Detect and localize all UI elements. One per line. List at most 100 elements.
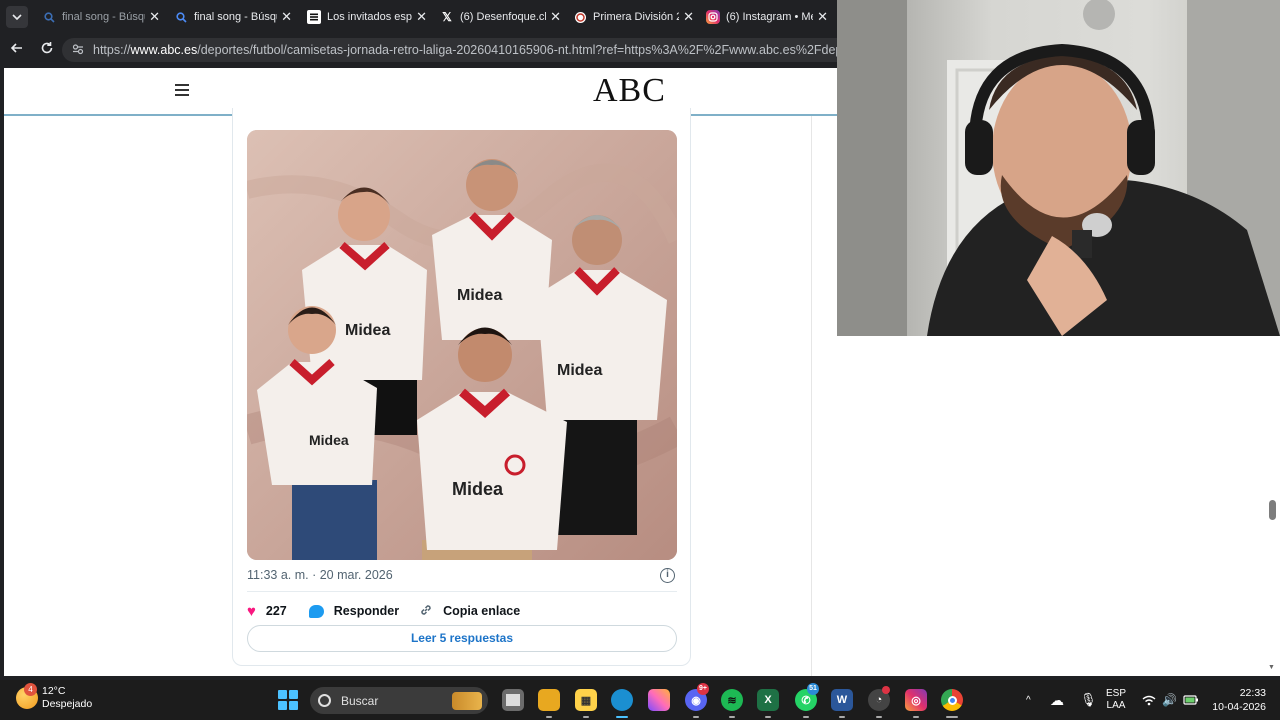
tab-title: Primera División 2026 [593, 11, 679, 23]
url-path: /deportes/futbol/camisetas-jornada-retro… [197, 43, 837, 57]
clock-time: 22:33 [1239, 687, 1266, 699]
reply-icon[interactable] [308, 604, 324, 618]
site-info-icon[interactable] [72, 43, 84, 58]
notification-badge: 4 [24, 683, 37, 696]
weather-icon: 4 [16, 683, 38, 709]
search-icon [42, 10, 56, 24]
svg-text:Midea: Midea [309, 432, 349, 448]
recording-dot [882, 686, 890, 694]
link-icon[interactable] [419, 603, 433, 620]
search-icon [174, 10, 188, 24]
site-logo[interactable]: ABC [593, 72, 666, 110]
system-clock[interactable]: 22:33 10-04-2026 [1210, 686, 1266, 714]
url-text: https://www.abc.es/deportes/futbol/camis… [93, 43, 837, 57]
football-icon [573, 10, 587, 24]
volume-icon[interactable]: 🔊 [1162, 680, 1177, 720]
browser-toolbar: https://www.abc.es/deportes/futbol/camis… [0, 34, 837, 66]
chrome-icon[interactable] [941, 689, 963, 718]
instagram-icon [706, 10, 720, 24]
onedrive-icon[interactable]: ☁ [1050, 680, 1064, 720]
heart-icon[interactable]: ♥ [247, 603, 256, 620]
weather-description: Despejado [42, 698, 93, 710]
tab-2[interactable]: final song - Búsqueda ✕ [168, 4, 298, 30]
svg-text:Midea: Midea [557, 362, 602, 379]
edge-icon[interactable] [611, 689, 633, 718]
close-icon[interactable]: ✕ [817, 9, 828, 25]
copy-link-button[interactable]: Copia enlace [443, 604, 520, 618]
tab-search-button[interactable] [6, 6, 28, 28]
tab-title: (6) Desenfoque.cl en X [460, 11, 547, 23]
read-replies-button[interactable]: Leer 5 respuestas [247, 625, 677, 652]
tweet-photo[interactable]: Midea Midea Midea Midea Midea [247, 130, 677, 560]
tweet-timestamp[interactable]: 11:33 a. m. · 20 mar. 2026 [247, 568, 393, 582]
like-count[interactable]: 227 [266, 604, 287, 618]
back-button[interactable] [8, 41, 26, 59]
scroll-thumb[interactable] [1269, 500, 1276, 520]
show-hidden-icons[interactable]: ^ [1026, 680, 1031, 720]
task-view-icon[interactable] [502, 689, 524, 711]
webcam-overlay [837, 0, 1280, 336]
embedded-tweet: Midea Midea Midea Midea Midea 11:33 a. m… [232, 108, 691, 666]
word-icon[interactable]: W [831, 689, 853, 718]
close-icon[interactable]: ✕ [149, 9, 160, 25]
close-icon[interactable]: ✕ [550, 9, 561, 25]
url-prefix: https:// [93, 43, 131, 57]
svg-text:Midea: Midea [452, 479, 504, 499]
spotify-icon[interactable]: ≋ [721, 689, 743, 718]
instagram-icon[interactable]: ◎ [905, 689, 927, 718]
svg-text:Midea: Midea [345, 322, 390, 339]
search-placeholder: Buscar [341, 693, 379, 708]
lang-bottom: LAA [1106, 700, 1126, 711]
back-arrow-icon [10, 43, 22, 53]
menu-icon[interactable] [175, 84, 189, 96]
search-icon [318, 694, 331, 707]
tab-title: final song - Búsqueda [62, 11, 145, 23]
divider [247, 591, 677, 592]
weather-widget[interactable]: 4 12°C Despejado [16, 683, 93, 711]
battery-icon[interactable] [1183, 680, 1199, 720]
tab-title: final song - Búsqueda [194, 11, 277, 23]
lang-top: ESP [1106, 688, 1127, 699]
start-button[interactable] [278, 690, 298, 710]
tweet-actions: ♥ 227 Responder Copia enlace [247, 601, 520, 621]
excel-icon[interactable]: X [757, 689, 779, 718]
close-icon[interactable]: ✕ [416, 9, 427, 25]
close-icon[interactable]: ✕ [683, 9, 694, 25]
tab-6[interactable]: (6) Instagram • Mensajes ✕ [700, 4, 834, 30]
column-divider [811, 116, 812, 676]
tab-3[interactable]: Los invitados especiales ✕ [301, 4, 433, 30]
discord-badge: 9+ [697, 683, 709, 695]
whatsapp-badge: 51 [807, 683, 819, 695]
tab-title: Los invitados especiales [327, 11, 412, 23]
x-icon: 𝕏 [442, 10, 452, 24]
address-bar[interactable]: https://www.abc.es/deportes/futbol/camis… [62, 38, 837, 62]
newspaper-icon [307, 10, 321, 24]
clock-date: 10-04-2026 [1212, 701, 1266, 713]
tab-title: (6) Instagram • Mensajes [726, 11, 813, 23]
tab-4[interactable]: 𝕏 (6) Desenfoque.cl en X ✕ [434, 4, 567, 30]
obs-icon[interactable]: ◔ [868, 686, 890, 718]
tab-1[interactable]: final song - Búsqueda ✕ [36, 4, 166, 30]
info-icon[interactable]: i [660, 568, 675, 583]
whatsapp-icon[interactable]: ✆ 51 [795, 683, 819, 718]
scroll-down-icon[interactable]: ▼ [1268, 664, 1275, 671]
weather-temperature: 12°C [42, 685, 66, 697]
copilot-icon[interactable] [648, 689, 670, 711]
file-explorer-icon[interactable] [538, 689, 560, 718]
language-indicator[interactable]: ESP LAA [1106, 680, 1126, 720]
store-icon[interactable]: ▦ [575, 689, 597, 718]
microphone-icon[interactable]: 🎙 [1080, 680, 1097, 720]
reload-button[interactable] [38, 41, 56, 59]
chevron-down-icon [12, 14, 22, 20]
reply-button[interactable]: Responder [334, 604, 399, 618]
search-highlight-icon [452, 691, 482, 710]
wifi-icon[interactable] [1142, 680, 1156, 720]
url-host: www.abc.es [130, 43, 198, 57]
tab-5[interactable]: Primera División 2026 ✕ [567, 4, 700, 30]
windows-taskbar: 4 12°C Despejado Buscar ▦ ◉ 9+ ≋ X ✆ 51 W … [0, 680, 1280, 720]
taskbar-search[interactable]: Buscar [310, 687, 488, 714]
close-icon[interactable]: ✕ [281, 9, 292, 25]
streamer-webcam-image [837, 0, 1280, 336]
players-jerseys-image: Midea Midea Midea Midea Midea [247, 130, 677, 560]
discord-icon[interactable]: ◉ 9+ [685, 683, 709, 718]
